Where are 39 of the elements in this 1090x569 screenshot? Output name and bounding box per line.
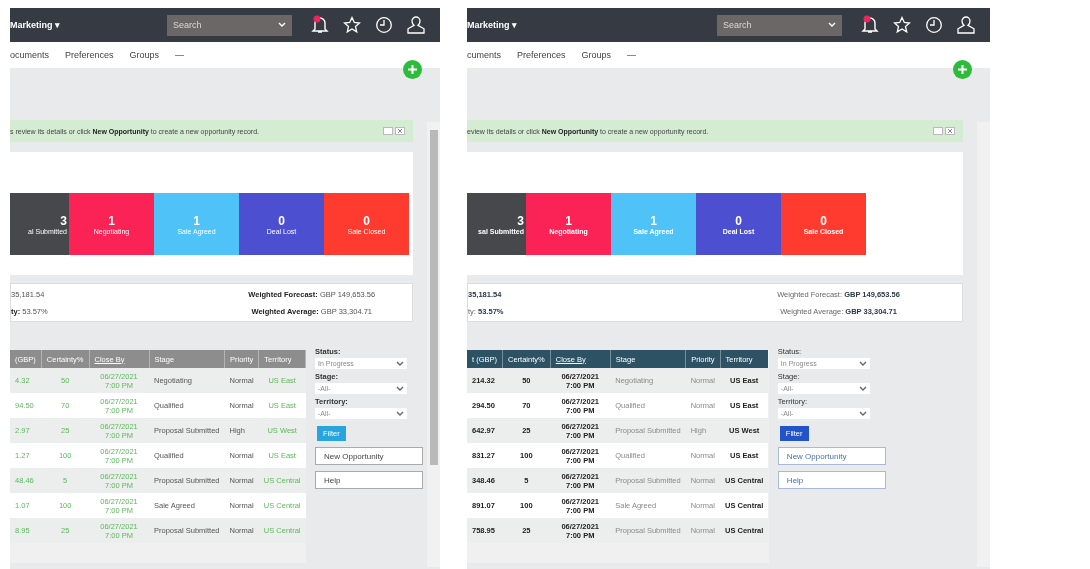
stage-count: 0 (820, 213, 827, 228)
chevron-down-icon (396, 360, 404, 367)
stage-count: 1 (565, 213, 572, 228)
action-button[interactable]: New Opportunity (315, 447, 423, 465)
chevron-down-icon (858, 385, 867, 392)
stage-count: 0 (363, 213, 370, 228)
stage-count: 3 (517, 213, 524, 228)
chevron-down-icon (858, 360, 867, 367)
scrollbar[interactable] (427, 122, 440, 567)
action-button[interactable]: New Opportunity (777, 447, 886, 465)
chevron-down-icon (396, 385, 404, 392)
workspace-menu[interactable]: Marketing ▾ (10, 20, 60, 30)
stage-count: 1 (193, 213, 200, 228)
add-icon[interactable] (403, 60, 422, 79)
workspace-menu[interactable]: Marketing ▾ (467, 20, 518, 30)
notification-bell-icon[interactable] (311, 15, 329, 35)
close-icon[interactable] (395, 127, 405, 135)
chevron-down-icon (278, 21, 286, 28)
stage-count: 3 (60, 213, 67, 228)
search-field[interactable]: Search (167, 14, 292, 36)
nav-link[interactable]: Preferences (65, 50, 114, 60)
clock-icon[interactable] (375, 16, 393, 34)
nav-link[interactable]: Preferences (517, 50, 566, 60)
nav-link[interactable]: — (175, 50, 185, 60)
chevron-down-icon (858, 410, 867, 417)
nav-link[interactable]: cuments (467, 50, 502, 60)
star-icon[interactable] (343, 16, 361, 34)
stage-count: 1 (650, 213, 657, 228)
nav-link[interactable]: Groups (581, 50, 612, 60)
stage-count: 1 (108, 213, 115, 228)
nav-link[interactable]: ocuments (10, 50, 50, 60)
action-button[interactable]: Help (315, 471, 423, 489)
user-icon[interactable] (407, 15, 425, 35)
chevron-down-icon (396, 410, 404, 417)
nav-link[interactable]: Groups (129, 50, 160, 60)
stage-count: 0 (278, 213, 285, 228)
stage-count: 0 (735, 213, 742, 228)
nav-link[interactable]: — (627, 50, 637, 60)
action-button[interactable]: Help (777, 471, 886, 489)
